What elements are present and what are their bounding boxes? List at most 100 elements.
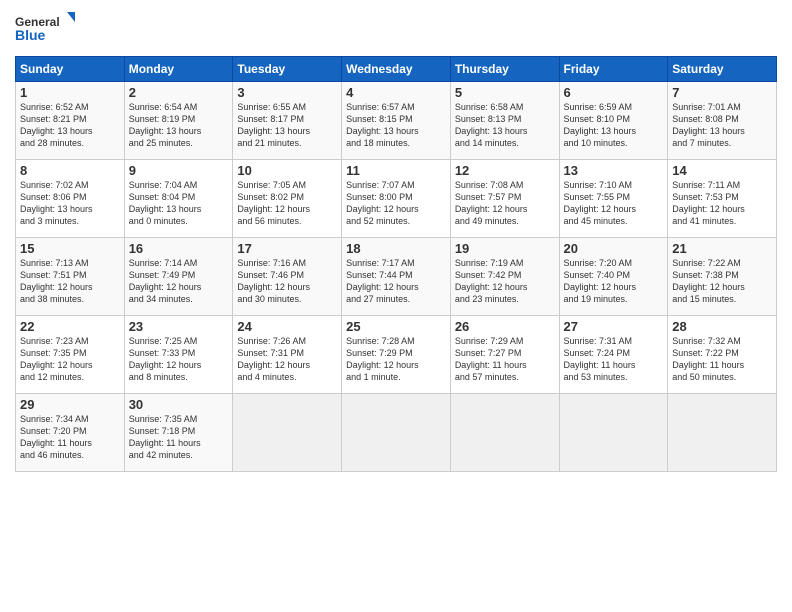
- cell-content: Sunrise: 7:31 AMSunset: 7:24 PMDaylight:…: [564, 335, 664, 384]
- cell-content: Sunrise: 7:11 AMSunset: 7:53 PMDaylight:…: [672, 179, 772, 228]
- calendar-cell: 26Sunrise: 7:29 AMSunset: 7:27 PMDayligh…: [450, 316, 559, 394]
- day-number: 15: [20, 241, 120, 256]
- calendar-cell: 16Sunrise: 7:14 AMSunset: 7:49 PMDayligh…: [124, 238, 233, 316]
- cell-content: Sunrise: 7:29 AMSunset: 7:27 PMDaylight:…: [455, 335, 555, 384]
- cell-content: Sunrise: 7:23 AMSunset: 7:35 PMDaylight:…: [20, 335, 120, 384]
- calendar-cell: [559, 394, 668, 472]
- day-number: 27: [564, 319, 664, 334]
- calendar-cell: 29Sunrise: 7:34 AMSunset: 7:20 PMDayligh…: [16, 394, 125, 472]
- calendar-cell: 28Sunrise: 7:32 AMSunset: 7:22 PMDayligh…: [668, 316, 777, 394]
- weekday-header-friday: Friday: [559, 57, 668, 82]
- day-number: 24: [237, 319, 337, 334]
- day-number: 17: [237, 241, 337, 256]
- calendar-cell: 10Sunrise: 7:05 AMSunset: 8:02 PMDayligh…: [233, 160, 342, 238]
- cell-content: Sunrise: 7:34 AMSunset: 7:20 PMDaylight:…: [20, 413, 120, 462]
- weekday-header-monday: Monday: [124, 57, 233, 82]
- calendar-cell: [233, 394, 342, 472]
- calendar-cell: 21Sunrise: 7:22 AMSunset: 7:38 PMDayligh…: [668, 238, 777, 316]
- day-number: 21: [672, 241, 772, 256]
- day-number: 19: [455, 241, 555, 256]
- cell-content: Sunrise: 7:07 AMSunset: 8:00 PMDaylight:…: [346, 179, 446, 228]
- day-number: 23: [129, 319, 229, 334]
- day-number: 18: [346, 241, 446, 256]
- cell-content: Sunrise: 7:22 AMSunset: 7:38 PMDaylight:…: [672, 257, 772, 306]
- header: General Blue: [15, 10, 777, 50]
- cell-content: Sunrise: 7:17 AMSunset: 7:44 PMDaylight:…: [346, 257, 446, 306]
- calendar-cell: 30Sunrise: 7:35 AMSunset: 7:18 PMDayligh…: [124, 394, 233, 472]
- day-number: 11: [346, 163, 446, 178]
- cell-content: Sunrise: 7:10 AMSunset: 7:55 PMDaylight:…: [564, 179, 664, 228]
- day-number: 12: [455, 163, 555, 178]
- day-number: 10: [237, 163, 337, 178]
- cell-content: Sunrise: 7:26 AMSunset: 7:31 PMDaylight:…: [237, 335, 337, 384]
- cell-content: Sunrise: 7:16 AMSunset: 7:46 PMDaylight:…: [237, 257, 337, 306]
- day-number: 6: [564, 85, 664, 100]
- day-number: 16: [129, 241, 229, 256]
- calendar-cell: 22Sunrise: 7:23 AMSunset: 7:35 PMDayligh…: [16, 316, 125, 394]
- day-number: 26: [455, 319, 555, 334]
- calendar-cell: 7Sunrise: 7:01 AMSunset: 8:08 PMDaylight…: [668, 82, 777, 160]
- day-number: 30: [129, 397, 229, 412]
- day-number: 20: [564, 241, 664, 256]
- calendar-cell: 19Sunrise: 7:19 AMSunset: 7:42 PMDayligh…: [450, 238, 559, 316]
- calendar-cell: 17Sunrise: 7:16 AMSunset: 7:46 PMDayligh…: [233, 238, 342, 316]
- calendar-cell: 8Sunrise: 7:02 AMSunset: 8:06 PMDaylight…: [16, 160, 125, 238]
- calendar-cell: 14Sunrise: 7:11 AMSunset: 7:53 PMDayligh…: [668, 160, 777, 238]
- calendar-cell: 20Sunrise: 7:20 AMSunset: 7:40 PMDayligh…: [559, 238, 668, 316]
- cell-content: Sunrise: 7:14 AMSunset: 7:49 PMDaylight:…: [129, 257, 229, 306]
- calendar-week-row: 1Sunrise: 6:52 AMSunset: 8:21 PMDaylight…: [16, 82, 777, 160]
- cell-content: Sunrise: 7:19 AMSunset: 7:42 PMDaylight:…: [455, 257, 555, 306]
- day-number: 29: [20, 397, 120, 412]
- cell-content: Sunrise: 6:59 AMSunset: 8:10 PMDaylight:…: [564, 101, 664, 150]
- day-number: 1: [20, 85, 120, 100]
- cell-content: Sunrise: 7:13 AMSunset: 7:51 PMDaylight:…: [20, 257, 120, 306]
- day-number: 25: [346, 319, 446, 334]
- weekday-header-saturday: Saturday: [668, 57, 777, 82]
- day-number: 14: [672, 163, 772, 178]
- cell-content: Sunrise: 7:02 AMSunset: 8:06 PMDaylight:…: [20, 179, 120, 228]
- day-number: 13: [564, 163, 664, 178]
- cell-content: Sunrise: 7:08 AMSunset: 7:57 PMDaylight:…: [455, 179, 555, 228]
- day-number: 3: [237, 85, 337, 100]
- day-number: 28: [672, 319, 772, 334]
- calendar-container: General Blue SundayMondayTuesdayWednesda…: [0, 0, 792, 482]
- calendar-cell: 2Sunrise: 6:54 AMSunset: 8:19 PMDaylight…: [124, 82, 233, 160]
- cell-content: Sunrise: 6:52 AMSunset: 8:21 PMDaylight:…: [20, 101, 120, 150]
- calendar-cell: [668, 394, 777, 472]
- calendar-cell: 5Sunrise: 6:58 AMSunset: 8:13 PMDaylight…: [450, 82, 559, 160]
- calendar-week-row: 29Sunrise: 7:34 AMSunset: 7:20 PMDayligh…: [16, 394, 777, 472]
- cell-content: Sunrise: 6:58 AMSunset: 8:13 PMDaylight:…: [455, 101, 555, 150]
- calendar-cell: 11Sunrise: 7:07 AMSunset: 8:00 PMDayligh…: [342, 160, 451, 238]
- calendar-cell: 25Sunrise: 7:28 AMSunset: 7:29 PMDayligh…: [342, 316, 451, 394]
- cell-content: Sunrise: 7:28 AMSunset: 7:29 PMDaylight:…: [346, 335, 446, 384]
- day-number: 7: [672, 85, 772, 100]
- day-number: 2: [129, 85, 229, 100]
- calendar-cell: 12Sunrise: 7:08 AMSunset: 7:57 PMDayligh…: [450, 160, 559, 238]
- calendar-cell: 3Sunrise: 6:55 AMSunset: 8:17 PMDaylight…: [233, 82, 342, 160]
- calendar-cell: 1Sunrise: 6:52 AMSunset: 8:21 PMDaylight…: [16, 82, 125, 160]
- calendar-table: SundayMondayTuesdayWednesdayThursdayFrid…: [15, 56, 777, 472]
- calendar-cell: 4Sunrise: 6:57 AMSunset: 8:15 PMDaylight…: [342, 82, 451, 160]
- cell-content: Sunrise: 6:57 AMSunset: 8:15 PMDaylight:…: [346, 101, 446, 150]
- calendar-cell: 9Sunrise: 7:04 AMSunset: 8:04 PMDaylight…: [124, 160, 233, 238]
- calendar-cell: 18Sunrise: 7:17 AMSunset: 7:44 PMDayligh…: [342, 238, 451, 316]
- weekday-header-tuesday: Tuesday: [233, 57, 342, 82]
- general-blue-logo: General Blue: [15, 10, 75, 50]
- day-number: 22: [20, 319, 120, 334]
- cell-content: Sunrise: 7:20 AMSunset: 7:40 PMDaylight:…: [564, 257, 664, 306]
- cell-content: Sunrise: 7:25 AMSunset: 7:33 PMDaylight:…: [129, 335, 229, 384]
- svg-text:Blue: Blue: [15, 27, 46, 43]
- calendar-cell: 27Sunrise: 7:31 AMSunset: 7:24 PMDayligh…: [559, 316, 668, 394]
- calendar-week-row: 8Sunrise: 7:02 AMSunset: 8:06 PMDaylight…: [16, 160, 777, 238]
- weekday-header-thursday: Thursday: [450, 57, 559, 82]
- day-number: 4: [346, 85, 446, 100]
- calendar-cell: 24Sunrise: 7:26 AMSunset: 7:31 PMDayligh…: [233, 316, 342, 394]
- day-number: 8: [20, 163, 120, 178]
- calendar-cell: [342, 394, 451, 472]
- cell-content: Sunrise: 6:54 AMSunset: 8:19 PMDaylight:…: [129, 101, 229, 150]
- cell-content: Sunrise: 7:32 AMSunset: 7:22 PMDaylight:…: [672, 335, 772, 384]
- cell-content: Sunrise: 7:01 AMSunset: 8:08 PMDaylight:…: [672, 101, 772, 150]
- weekday-header-sunday: Sunday: [16, 57, 125, 82]
- cell-content: Sunrise: 7:35 AMSunset: 7:18 PMDaylight:…: [129, 413, 229, 462]
- weekday-header-wednesday: Wednesday: [342, 57, 451, 82]
